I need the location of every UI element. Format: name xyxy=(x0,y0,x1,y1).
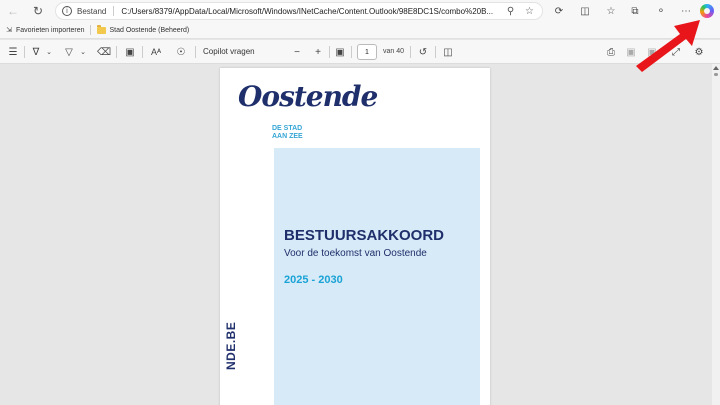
draw-dropdown-icon[interactable]: ⌄ xyxy=(78,45,88,59)
toolbar-divider xyxy=(435,46,436,58)
highlight-icon[interactable]: ∇ xyxy=(30,45,42,59)
page-number-input[interactable]: 1 xyxy=(357,44,377,60)
page-view-icon[interactable]: ◫ xyxy=(441,45,455,59)
fit-page-icon[interactable]: ▣ xyxy=(333,45,347,59)
settings-gear-icon[interactable]: ⚙ xyxy=(692,45,706,59)
browser-essentials-icon[interactable]: ⚬ xyxy=(654,4,668,18)
eraser-icon[interactable]: ⌫ xyxy=(97,45,111,59)
favorite-star-icon[interactable]: ☆ xyxy=(523,5,536,18)
zoom-out-icon[interactable]: − xyxy=(290,45,304,59)
zoom-icon[interactable]: ⚲ xyxy=(504,5,517,18)
copilot-icon[interactable] xyxy=(700,4,714,18)
document-years: 2025 - 2030 xyxy=(284,274,343,286)
more-menu-icon[interactable]: ⋯ xyxy=(679,4,693,18)
pdf-toolbar: ☰ ∇ ⌄ ▽ ⌄ ⌫ ▣ Aᴬ ☉ Copilot vragen − + ▣ … xyxy=(0,40,720,64)
address-bar[interactable]: i Bestand C:/Users/8379/AppData/Local/Mi… xyxy=(55,2,543,20)
toolbar-divider xyxy=(410,46,411,58)
zoom-in-icon[interactable]: + xyxy=(311,45,325,59)
tagline-line-2: AAN ZEE xyxy=(272,133,303,140)
pdf-viewer[interactable]: Oostende DE STAD AAN ZEE NDE.BE BESTUURS… xyxy=(0,64,712,405)
page-total-label: van 40 xyxy=(383,48,405,55)
refresh-icon[interactable]: ↻ xyxy=(27,0,49,22)
rotate-icon[interactable]: ↺ xyxy=(416,45,430,59)
save-as-icon[interactable]: ▣ xyxy=(645,45,659,59)
favorites-divider xyxy=(90,25,92,35)
pdf-page: Oostende DE STAD AAN ZEE NDE.BE BESTUURS… xyxy=(220,68,490,405)
vertical-website-text: NDE.BE xyxy=(224,321,238,370)
expand-icon[interactable]: ⤢ xyxy=(669,45,683,59)
address-toolbar: ← ↻ i Bestand C:/Users/8379/AppData/Loca… xyxy=(0,0,720,22)
cover-panel: BESTUURSAKKOORD Voor de toekomst van Oos… xyxy=(274,148,480,405)
import-favorites-label: Favorieten importeren xyxy=(16,26,85,34)
favorites-bar: ⇲ Favorieten importeren Stad Oostende (B… xyxy=(0,22,720,39)
split-screen-icon[interactable]: ◫ xyxy=(578,4,592,18)
favorites-folder[interactable]: Stad Oostende (Beheerd) xyxy=(97,24,190,34)
import-icon: ⇲ xyxy=(6,27,12,34)
print-icon[interactable]: ⎙ xyxy=(604,45,618,59)
toolbar-divider xyxy=(351,46,352,58)
read-aloud-icon[interactable]: Aᴬ xyxy=(149,45,163,59)
toolbar-divider xyxy=(24,46,25,58)
omnibox-divider xyxy=(113,6,115,16)
site-label: Bestand xyxy=(77,6,107,16)
contents-list-icon[interactable]: ☰ xyxy=(6,45,20,59)
document-title: BESTUURSAKKOORD xyxy=(284,227,445,244)
favorites-icon[interactable]: ☆ xyxy=(604,4,618,18)
scroll-up-icon[interactable] xyxy=(713,66,719,70)
vertical-scrollbar[interactable] xyxy=(712,64,720,405)
toolbar-divider xyxy=(142,46,143,58)
highlight-dropdown-icon[interactable]: ⌄ xyxy=(44,45,54,59)
tagline-line-1: DE STAD xyxy=(272,125,303,132)
favorites-folder-label: Stad Oostende (Beheerd) xyxy=(109,26,190,34)
toolbar-divider xyxy=(329,46,330,58)
toolbar-divider xyxy=(195,46,196,58)
copilot-ask-button[interactable]: Copilot vragen xyxy=(203,47,255,56)
back-icon[interactable]: ← xyxy=(2,0,24,22)
draw-icon[interactable]: ▽ xyxy=(62,45,76,59)
folder-icon xyxy=(97,24,107,34)
scroll-thumb[interactable] xyxy=(714,73,718,76)
oostende-logo: Oostende xyxy=(238,80,378,113)
url-text[interactable]: C:/Users/8379/AppData/Local/Microsoft/Wi… xyxy=(121,7,493,16)
logo-tagline: DE STAD AAN ZEE xyxy=(272,125,303,141)
browser-window: ← ↻ i Bestand C:/Users/8379/AppData/Loca… xyxy=(0,0,720,405)
add-text-icon[interactable]: ▣ xyxy=(123,45,137,59)
translate-icon[interactable]: ☉ xyxy=(173,45,189,59)
save-icon[interactable]: ▣ xyxy=(624,45,638,59)
toolbar-divider xyxy=(116,46,117,58)
document-subtitle: Voor de toekomst van Oostende xyxy=(284,248,427,259)
info-icon[interactable]: i xyxy=(62,6,72,16)
extensions-icon[interactable]: ⟳ xyxy=(552,4,566,18)
import-favorites-link[interactable]: ⇲ Favorieten importeren xyxy=(5,26,85,35)
collections-icon[interactable]: ⧉ xyxy=(628,4,642,18)
